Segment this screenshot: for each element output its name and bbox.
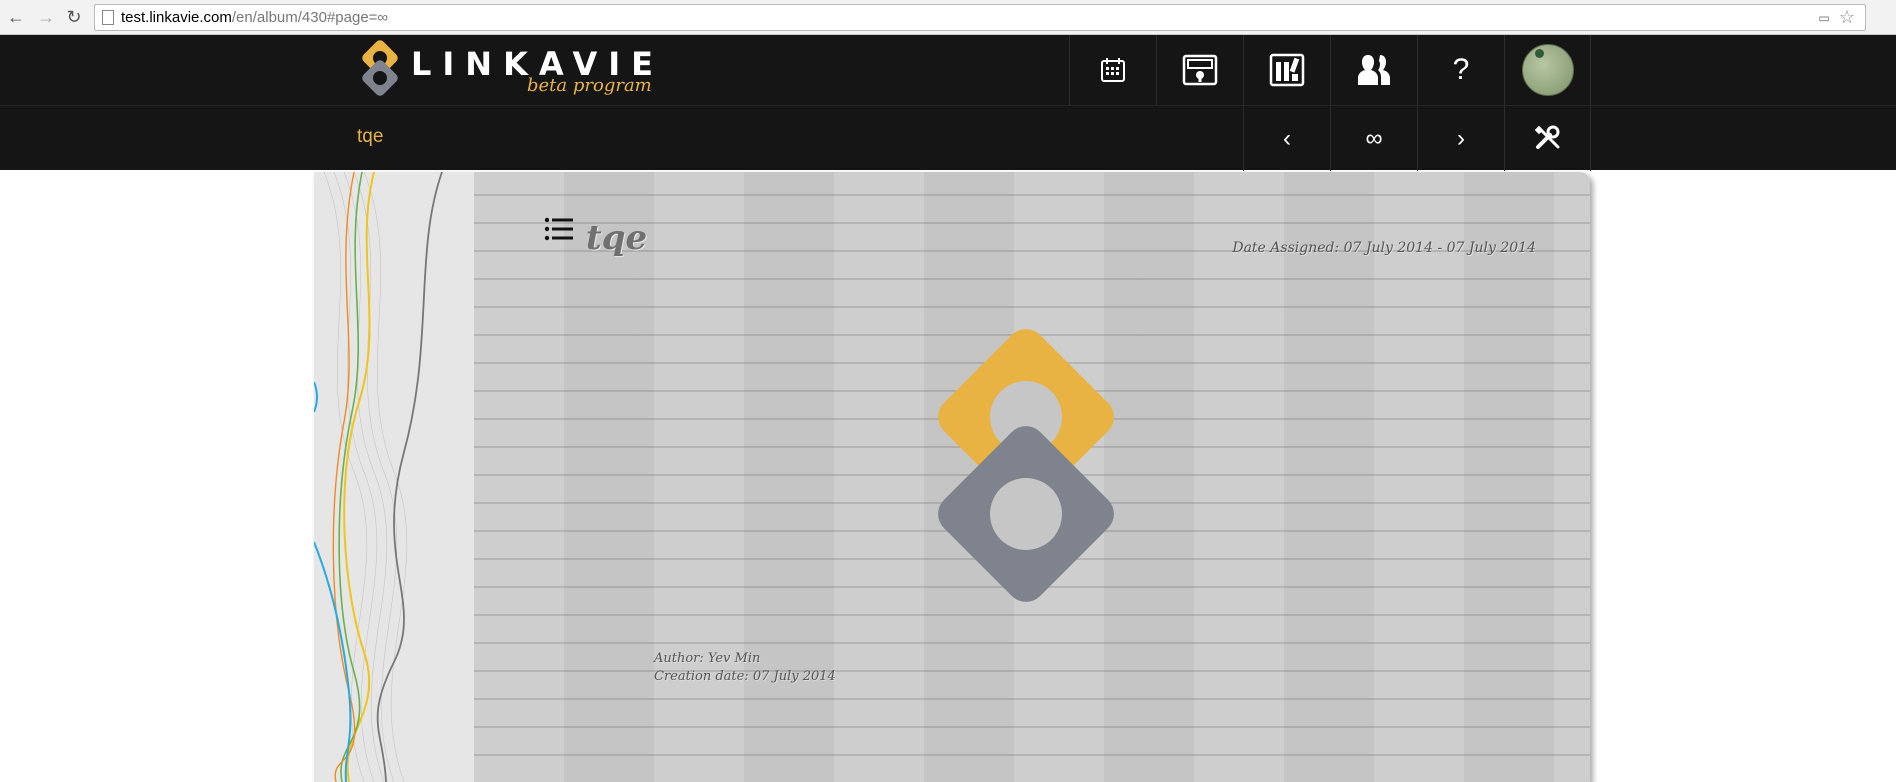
forward-icon[interactable]: →	[35, 6, 57, 28]
album-creation-date: Creation date: 07 July 2014	[654, 669, 836, 684]
page-navigation: ‹ ∞ ›	[1243, 106, 1591, 171]
main-nav-icons: ?	[1069, 35, 1591, 105]
address-bar[interactable]: test.linkavie.com/en/album/430#page=∞ ▭ …	[94, 4, 1866, 31]
page-indicator-button[interactable]: ∞	[1330, 106, 1417, 171]
album-icon[interactable]	[1156, 35, 1243, 105]
url-text[interactable]: test.linkavie.com/en/album/430#page=∞	[121, 9, 388, 27]
browser-toolbar: ← → ↻ test.linkavie.com/en/album/430#pag…	[0, 0, 1896, 35]
album-decoration-panel	[314, 172, 474, 782]
avatar	[1521, 44, 1574, 96]
user-avatar-button[interactable]	[1504, 35, 1591, 105]
friends-icon[interactable]	[1330, 35, 1417, 105]
page-icon	[102, 10, 114, 25]
next-page-button[interactable]: ›	[1417, 106, 1504, 171]
back-icon[interactable]: ←	[5, 6, 27, 28]
bookmark-star-icon[interactable]: ☆	[1837, 7, 1857, 27]
album-title: tqe	[586, 218, 648, 258]
album-toolbar: tqe ‹ ∞ ›	[0, 105, 1896, 171]
logo-mark-icon	[362, 40, 398, 96]
library-icon[interactable]	[1243, 35, 1330, 105]
album-name: tqe	[357, 126, 384, 147]
tools-icon	[1534, 125, 1559, 149]
menu-list-icon[interactable]	[544, 217, 574, 241]
album-cover: tqe Date Assigned: 07 July 2014 - 07 Jul…	[474, 172, 1590, 782]
tools-button[interactable]	[1504, 106, 1591, 171]
linkavie-logo[interactable]: LINKAVIE beta program	[357, 35, 653, 105]
linkavie-emblem-icon	[938, 329, 1114, 602]
calendar-icon[interactable]	[1069, 35, 1156, 105]
translate-icon[interactable]: ▭	[1815, 9, 1833, 27]
reload-icon[interactable]: ↻	[63, 6, 85, 28]
url-host: test.linkavie.com	[121, 9, 232, 26]
album-meta: Author: Yev Min Creation date: 07 July 2…	[654, 650, 836, 686]
logo-subtitle: beta program	[527, 75, 652, 96]
top-navigation: LINKAVIE beta program ?	[0, 35, 1896, 105]
album-author: Author: Yev Min	[654, 651, 761, 666]
wavy-lines-decoration	[314, 172, 443, 782]
help-icon[interactable]: ?	[1417, 35, 1504, 105]
album-page: tqe Date Assigned: 07 July 2014 - 07 Jul…	[314, 172, 1590, 782]
previous-page-button[interactable]: ‹	[1243, 106, 1330, 171]
url-path: /en/album/430#page=∞	[231, 9, 389, 26]
date-assigned: Date Assigned: 07 July 2014 - 07 July 20…	[1232, 240, 1536, 256]
